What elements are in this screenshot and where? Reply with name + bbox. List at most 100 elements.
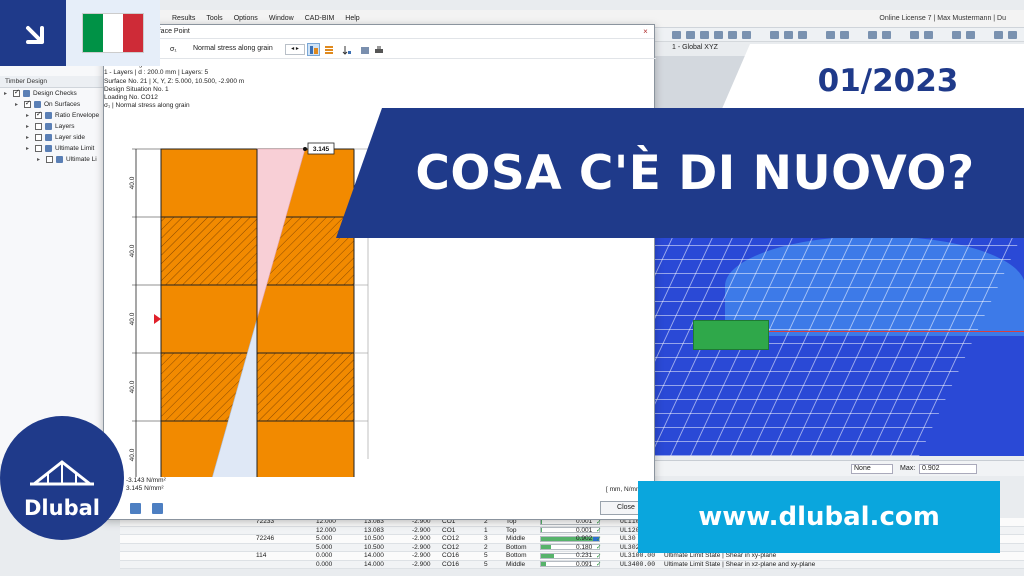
menu-item-options[interactable]: Options bbox=[234, 15, 258, 22]
checkbox[interactable] bbox=[13, 88, 20, 97]
table-icon[interactable] bbox=[152, 503, 163, 514]
expand-icon[interactable]: ▸ bbox=[37, 156, 43, 163]
max-value-label: 3.145 bbox=[313, 146, 330, 153]
cell-x: 5.000 bbox=[316, 535, 333, 543]
cell-z: -2.900 bbox=[412, 526, 431, 534]
cell-layer: 5 bbox=[484, 552, 488, 560]
checkbox[interactable] bbox=[35, 145, 42, 152]
info-line: Surface No. 21 | X, Y, Z: 5.000, 10.500,… bbox=[104, 77, 245, 85]
units-label: [ mm, N/mm bbox=[606, 486, 642, 493]
toolbar-icon[interactable] bbox=[826, 31, 835, 39]
arrow-down-right-icon bbox=[26, 26, 44, 44]
toolbar-icon[interactable] bbox=[784, 31, 793, 39]
cell-side: Middle bbox=[506, 535, 526, 543]
toolbar-icon[interactable] bbox=[728, 31, 737, 39]
website-url[interactable]: www.dlubal.com bbox=[638, 481, 1000, 553]
flag-stripe bbox=[123, 14, 143, 52]
url-banner[interactable]: www.dlubal.com bbox=[638, 481, 1000, 553]
toolbar-icon[interactable] bbox=[910, 31, 919, 39]
folder-icon bbox=[34, 101, 41, 108]
expand-icon[interactable]: ▸ bbox=[26, 112, 32, 119]
corner-square bbox=[0, 0, 66, 66]
menu-item-results[interactable]: Results bbox=[172, 15, 195, 22]
check-icon: ✓ bbox=[596, 561, 602, 569]
ratio-fill bbox=[541, 528, 542, 533]
cell-ratio: 0.231 bbox=[576, 552, 593, 560]
toolbar-icon[interactable] bbox=[882, 31, 891, 39]
toolbar-icon[interactable] bbox=[798, 31, 807, 39]
toolbar-icon[interactable] bbox=[924, 31, 933, 39]
expand-icon[interactable]: ▸ bbox=[4, 90, 10, 97]
expand-icon[interactable]: ▸ bbox=[15, 101, 21, 108]
toolbar-icon[interactable] bbox=[994, 31, 1003, 39]
toolbar-icon[interactable] bbox=[868, 31, 877, 39]
member-line bbox=[735, 331, 1024, 332]
toolbar-icon[interactable] bbox=[700, 31, 709, 39]
expand-icon[interactable]: ▸ bbox=[26, 134, 32, 141]
stress-type-select[interactable]: Normal stress along grain bbox=[190, 44, 284, 55]
close-icon[interactable]: × bbox=[641, 27, 650, 36]
menu-item-window[interactable]: Window bbox=[269, 15, 294, 22]
cell-description: Ultimate Limit State | Shear in xz-plane… bbox=[664, 560, 816, 568]
sort-button[interactable] bbox=[340, 43, 353, 56]
toolbar-icon[interactable] bbox=[742, 31, 751, 39]
folder-icon bbox=[45, 134, 52, 141]
cell-layer: 2 bbox=[484, 543, 488, 551]
menu-item-tools[interactable]: Tools bbox=[206, 15, 222, 22]
table-row[interactable]: 114 0.000 14.000 -2.900 CO16 5 Bottom 0.231 ✓ UL3… bbox=[120, 552, 1024, 561]
filter-select[interactable]: None bbox=[851, 464, 893, 474]
folder-icon bbox=[56, 156, 63, 163]
cell-side: Top bbox=[506, 526, 517, 534]
checkbox[interactable] bbox=[35, 110, 42, 119]
tree-item-label: Layers bbox=[55, 123, 75, 130]
headline: COSA C'È DI NUOVO? bbox=[415, 145, 975, 201]
diagram-view-button[interactable] bbox=[307, 43, 320, 56]
cell-x: 0.000 bbox=[316, 552, 333, 560]
toolbar-icon[interactable] bbox=[686, 31, 695, 39]
cell-code: UL120 bbox=[620, 526, 640, 534]
checkbox[interactable] bbox=[24, 99, 31, 108]
toolbar-icon[interactable] bbox=[672, 31, 681, 39]
view-selector[interactable]: 1 - Global XYZ bbox=[672, 44, 718, 51]
cell-co: CO12 bbox=[442, 543, 459, 551]
checkbox[interactable] bbox=[35, 134, 42, 141]
stress-dialog: n Surface Point × σ₁ Normal stress along… bbox=[103, 24, 656, 520]
stress-symbol: σ₁ bbox=[170, 46, 177, 53]
value-legend: -3.143 N/mm² 3.145 N/mm² bbox=[126, 477, 166, 493]
expand-icon[interactable]: ▸ bbox=[26, 123, 32, 130]
toolbar-icon[interactable] bbox=[770, 31, 779, 39]
toolbar-icon[interactable] bbox=[952, 31, 961, 39]
folder-icon bbox=[45, 123, 52, 130]
export-button[interactable] bbox=[358, 43, 371, 56]
cell-code: UL3100.00 bbox=[620, 552, 656, 560]
tree-item-label: Ultimate Li bbox=[66, 156, 97, 163]
table-row[interactable]: 0.000 14.000 -2.900 CO16 5 Middle 0.091 ✓ UL3400… bbox=[120, 560, 1024, 569]
cell-y: 13.083 bbox=[364, 526, 384, 534]
folder-icon bbox=[45, 145, 52, 152]
license-info: Online License 7 | Max Mustermann | Du bbox=[879, 15, 1006, 22]
checkbox[interactable] bbox=[46, 156, 53, 163]
cell-ratio: 0.902 bbox=[576, 535, 593, 543]
stress-nav-arrows[interactable]: ◂ ▸ bbox=[285, 44, 305, 55]
max-value[interactable]: 0.902 bbox=[919, 464, 977, 474]
flag-stripe bbox=[103, 14, 123, 52]
menu-items: Results Tools Options Window CAD-BIM Help bbox=[172, 15, 360, 22]
layers-button[interactable] bbox=[322, 43, 335, 56]
cell-z: -2.900 bbox=[412, 535, 431, 543]
toolbar-icon[interactable] bbox=[840, 31, 849, 39]
print-button[interactable] bbox=[372, 43, 385, 56]
toolbar-icon[interactable] bbox=[966, 31, 975, 39]
folder-icon bbox=[45, 112, 52, 119]
checkbox[interactable] bbox=[35, 123, 42, 130]
cell-layer: 3 bbox=[484, 535, 488, 543]
toolbar-icon[interactable] bbox=[1008, 31, 1017, 39]
expand-icon[interactable]: ▸ bbox=[26, 145, 32, 152]
check-icon: ✓ bbox=[596, 535, 602, 543]
toolbar-icon[interactable] bbox=[714, 31, 723, 39]
ratio-fill bbox=[541, 553, 555, 558]
sort-icon bbox=[342, 45, 351, 55]
menu-item-help[interactable]: Help bbox=[345, 15, 359, 22]
cell-ratio: 0.180 bbox=[576, 543, 593, 551]
menu-item-cad-bim[interactable]: CAD-BIM bbox=[305, 15, 335, 22]
help-icon[interactable] bbox=[130, 503, 141, 514]
